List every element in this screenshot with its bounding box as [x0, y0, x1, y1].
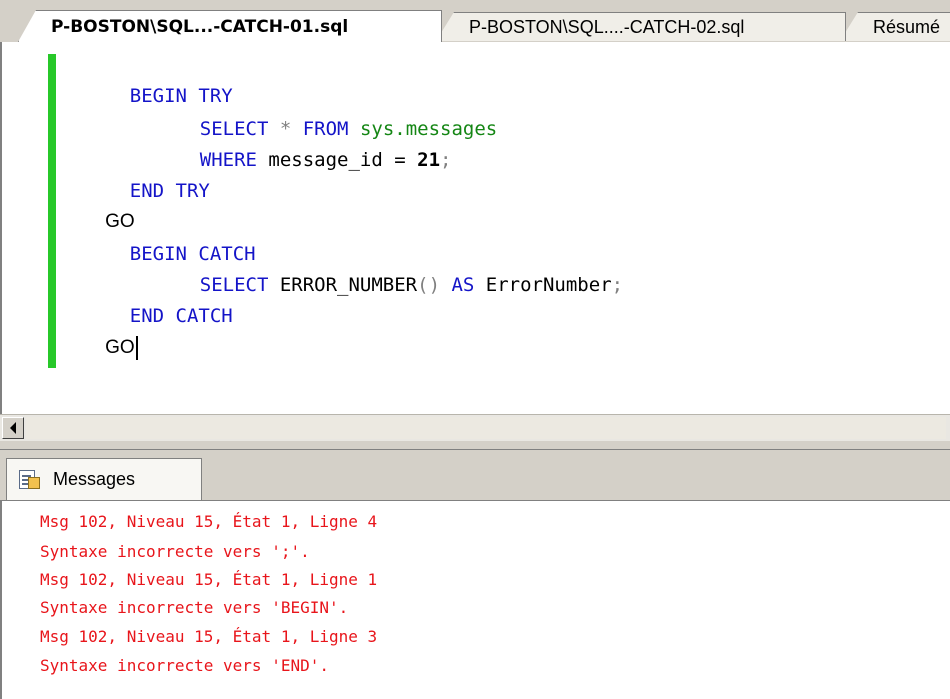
messages-pane[interactable]: Msg 102, Niveau 15, État 1, Ligne 4 Synt…	[0, 500, 950, 699]
scroll-track[interactable]	[26, 417, 946, 439]
message-line: Msg 102, Niveau 15, État 1, Ligne 1	[40, 570, 378, 589]
message-line: Msg 102, Niveau 15, État 1, Ligne 4	[40, 512, 378, 531]
code-text: GO	[105, 337, 135, 358]
change-tracking-bar	[48, 54, 56, 368]
results-tab-bar: Messages	[0, 450, 950, 500]
code-line-8: END CATCH	[84, 271, 233, 327]
code-number: 21	[417, 149, 441, 171]
message-line: Msg 102, Niveau 15, État 1, Ligne 3	[40, 627, 378, 646]
code-line-5: GO	[84, 177, 135, 232]
code-text: message_id =	[256, 149, 418, 171]
code-line-2: SELECT * FROM sys.messages	[154, 84, 497, 140]
code-line-3: WHERE message_id = 21;	[154, 115, 452, 171]
code-line-9: GO	[84, 303, 138, 360]
code-text: END CATCH	[129, 305, 233, 327]
arrow-left-icon	[10, 422, 16, 434]
code-operator: ()	[417, 274, 441, 296]
message-line: Syntaxe incorrecte vers 'BEGIN'.	[40, 598, 349, 617]
code-line-4: END TRY	[84, 146, 210, 202]
code-operator: ;	[440, 149, 452, 171]
message-line: Syntaxe incorrecte vers 'END'.	[40, 656, 329, 675]
query-editor[interactable]: BEGIN TRY SELECT * FROM sys.messages WHE…	[0, 42, 950, 414]
code-line-7: SELECT ERROR_NUMBER() AS ErrorNumber;	[154, 240, 623, 296]
tab-messages[interactable]: Messages	[6, 458, 202, 500]
horizontal-scrollbar[interactable]	[0, 414, 950, 442]
tab-messages-label: Messages	[53, 469, 136, 489]
text-caret	[135, 335, 138, 360]
code-text: END TRY	[129, 180, 210, 202]
tab-catch-02[interactable]: P-BOSTON\SQL....-CATCH-02.sql	[436, 12, 846, 41]
scroll-left-button[interactable]	[2, 417, 24, 439]
message-line: Syntaxe incorrecte vers ';'.	[40, 542, 310, 561]
code-operator: ;	[611, 274, 624, 296]
tab-resume[interactable]: Résumé	[840, 12, 950, 41]
code-text: ERROR_NUMBER	[268, 274, 418, 296]
pane-splitter[interactable]	[0, 441, 950, 450]
tab-catch-01[interactable]: P-BOSTON\SQL...-CATCH-01.sql	[18, 10, 442, 42]
document-tab-bar: P-BOSTON\SQL...-CATCH-01.sql P-BOSTON\SQ…	[0, 0, 950, 43]
messages-icon	[19, 469, 41, 491]
code-line-6: BEGIN CATCH	[84, 209, 256, 265]
code-line-1: BEGIN TRY	[84, 51, 233, 107]
code-text: ErrorNumber	[474, 274, 612, 296]
code-keyword: AS	[451, 274, 475, 296]
